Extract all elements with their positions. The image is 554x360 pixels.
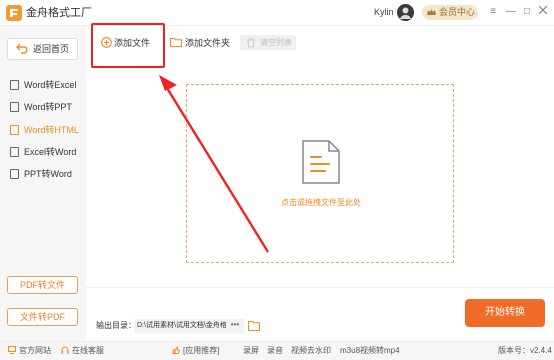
recommend-link[interactable]: [应用推荐] (172, 342, 219, 360)
vip-label: 会员中心 (439, 7, 476, 17)
website-label: 官方网站 (19, 346, 51, 355)
clear-list-label: 清空列表 (260, 38, 292, 47)
browse-more-button[interactable]: ••• (226, 319, 244, 333)
document-icon (10, 102, 19, 112)
document-icon (10, 80, 19, 90)
sidebar-item-word-to-html[interactable]: Word转HTML (8, 122, 86, 138)
avatar[interactable] (397, 4, 414, 21)
crown-icon (427, 9, 436, 15)
app-logo-icon (6, 5, 22, 21)
output-dir-label: 输出目录： (96, 321, 136, 330)
status-bar: 官方网站 在线客服 [应用推荐] 录屏 录音 视频去水印 m3u8视频转mp4 … (0, 341, 554, 360)
document-icon (10, 169, 19, 179)
open-folder-icon[interactable] (248, 320, 260, 331)
back-arrow-icon (16, 43, 28, 54)
status-link-record-screen[interactable]: 录屏 (243, 342, 259, 360)
file-drop-zone[interactable]: 点击或拖拽文件至此处 (186, 84, 454, 263)
start-convert-button[interactable]: 开始转换 (465, 299, 545, 327)
annotation-highlight-box (91, 23, 165, 68)
sidebar-item-excel-to-word[interactable]: Excel转Word (8, 144, 86, 160)
user-name[interactable]: Kylin (374, 7, 394, 18)
sidebar-item-word-to-ppt[interactable]: Word转PPT (8, 99, 86, 115)
add-folder-button[interactable]: 添加文件夹 (170, 36, 230, 50)
add-folder-label: 添加文件夹 (185, 38, 231, 48)
monitor-icon (8, 346, 16, 354)
back-home-label: 返回首页 (33, 44, 70, 54)
app-title: 金舟格式工厂 (26, 7, 92, 19)
sidebar-item-ppt-to-word[interactable]: PPT转Word (8, 166, 86, 182)
headset-icon (61, 346, 69, 354)
sidebar-item-label: Word转PPT (24, 102, 72, 112)
sidebar-item-label: Word转Excel (24, 80, 77, 90)
clear-list-button[interactable]: 清空列表 (240, 35, 296, 50)
folder-icon (170, 38, 182, 47)
document-icon (10, 147, 19, 157)
maximize-icon[interactable]: □ (520, 5, 534, 19)
sidebar-item-label: Excel转Word (24, 147, 77, 157)
close-icon[interactable] (536, 5, 550, 19)
status-link-record-audio[interactable]: 录音 (267, 342, 283, 360)
thumb-up-icon (172, 346, 180, 354)
vip-center-button[interactable]: 会员中心 (422, 5, 478, 20)
support-label: 在线客服 (72, 346, 104, 355)
trash-icon (247, 38, 255, 48)
file-to-pdf-button[interactable]: 文件转PDF (7, 308, 78, 326)
recommend-label: [应用推荐] (183, 346, 220, 355)
website-link[interactable]: 官方网站 (8, 342, 51, 360)
minimize-icon[interactable]: — (504, 5, 518, 19)
status-link-m3u8-to-mp4[interactable]: m3u8视频转mp4 (340, 342, 400, 360)
drop-hint: 点击或拖拽文件至此处 (281, 198, 361, 207)
sidebar-item-word-to-excel[interactable]: Word转Excel (8, 77, 86, 93)
app-window: 金舟格式工厂 Kylin 会员中心 ≡ — □ 返回首页 Word转Excel … (0, 0, 554, 360)
menu-icon[interactable]: ≡ (486, 5, 500, 19)
back-home-button[interactable]: 返回首页 (7, 38, 78, 60)
sidebar: 返回首页 Word转Excel Word转PPT Word转HTML Excel… (0, 26, 86, 341)
document-icon (302, 140, 340, 184)
status-link-remove-watermark[interactable]: 视频去水印 (291, 342, 331, 360)
title-bar: 金舟格式工厂 Kylin 会员中心 ≡ — □ (0, 0, 554, 26)
version-label: 版本号：v2.4.4 (498, 346, 552, 355)
output-bar: 输出目录： D:\试用素材\试用文档\金舟格 ••• 开始转换 (86, 287, 554, 341)
support-link[interactable]: 在线客服 (61, 342, 104, 360)
pdf-to-file-button[interactable]: PDF转文件 (7, 276, 78, 294)
sidebar-item-label: Word转HTML (24, 125, 79, 135)
sidebar-item-label: PPT转Word (24, 169, 72, 179)
document-icon (10, 125, 19, 135)
